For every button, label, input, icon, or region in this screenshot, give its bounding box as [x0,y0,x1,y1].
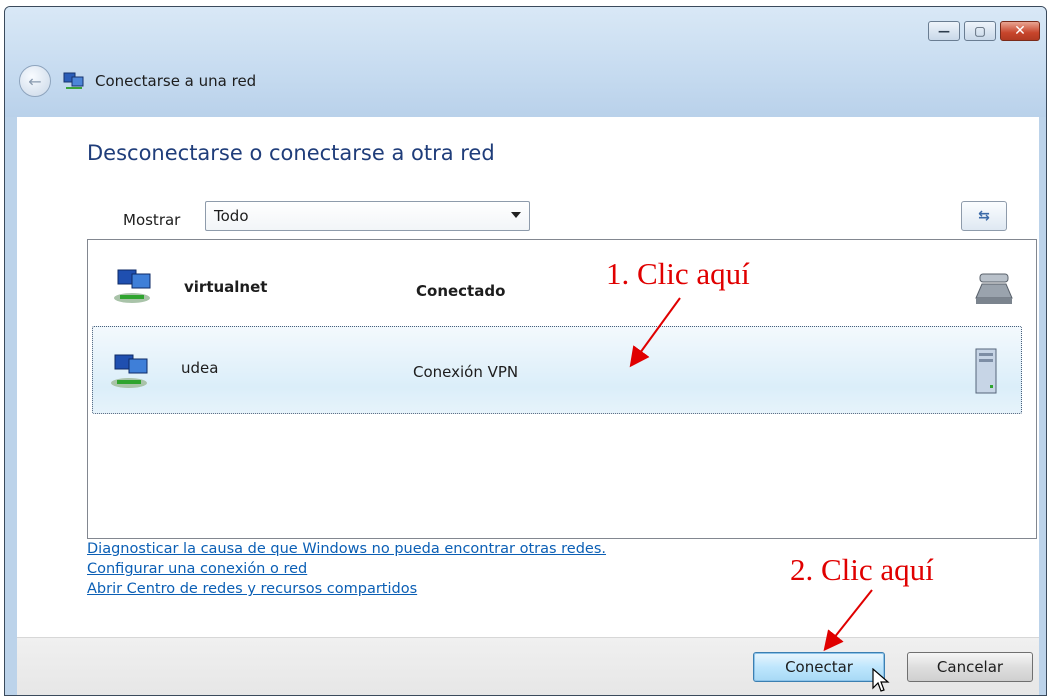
filter-label: Mostrar [123,211,181,229]
network-status: Conectado [416,282,506,300]
dialup-phone-icon [972,268,1016,308]
filter-selected-value: Todo [214,207,249,225]
nav-row: ← Conectarse a una red [19,65,256,97]
refresh-button[interactable]: ⇆ [961,201,1007,231]
list-item[interactable]: virtualnet Conectado [88,248,1036,326]
window-frame: — ▢ ✕ ← Conectarse a una red Desconectar… [4,6,1047,696]
network-name: udea [181,359,219,377]
minimize-icon[interactable]: — [928,21,960,41]
refresh-icon: ⇆ [978,208,990,224]
window-controls: — ▢ ✕ [928,21,1040,41]
mouse-pointer-icon [872,667,890,694]
network-name: virtualnet [184,278,268,296]
window-title: Conectarse a una red [95,72,257,90]
back-arrow-icon[interactable]: ← [19,65,51,97]
title-bar: — ▢ ✕ ← Conectarse a una red [5,7,1046,117]
help-links: Diagnosticar la causa de que Windows no … [87,539,606,599]
network-icon [107,351,155,393]
network-status: Conexión VPN [413,363,519,381]
page-title: Desconectarse o conectarse a otra red [87,141,495,165]
cancel-button[interactable]: Cancelar [907,652,1033,682]
diagnose-link[interactable]: Diagnosticar la causa de que Windows no … [87,539,606,559]
network-connect-icon [63,71,85,91]
network-icon [110,266,158,308]
chevron-down-icon [511,212,521,218]
network-list: virtualnet Conectado udea Conexión VPN [87,239,1037,539]
list-item[interactable]: udea Conexión VPN [92,326,1022,414]
annotation-step2: 2. Clic aquí [790,552,934,587]
annotation-step1: 1. Clic aquí [606,256,750,291]
connect-button[interactable]: Conectar [753,652,885,682]
close-icon[interactable]: ✕ [1000,21,1040,41]
maximize-icon[interactable]: ▢ [964,21,996,41]
network-center-link[interactable]: Abrir Centro de redes y recursos compart… [87,579,606,599]
setup-connection-link[interactable]: Configurar una conexión o red [87,559,606,579]
filter-dropdown[interactable]: Todo [205,201,530,231]
server-icon [973,347,999,397]
